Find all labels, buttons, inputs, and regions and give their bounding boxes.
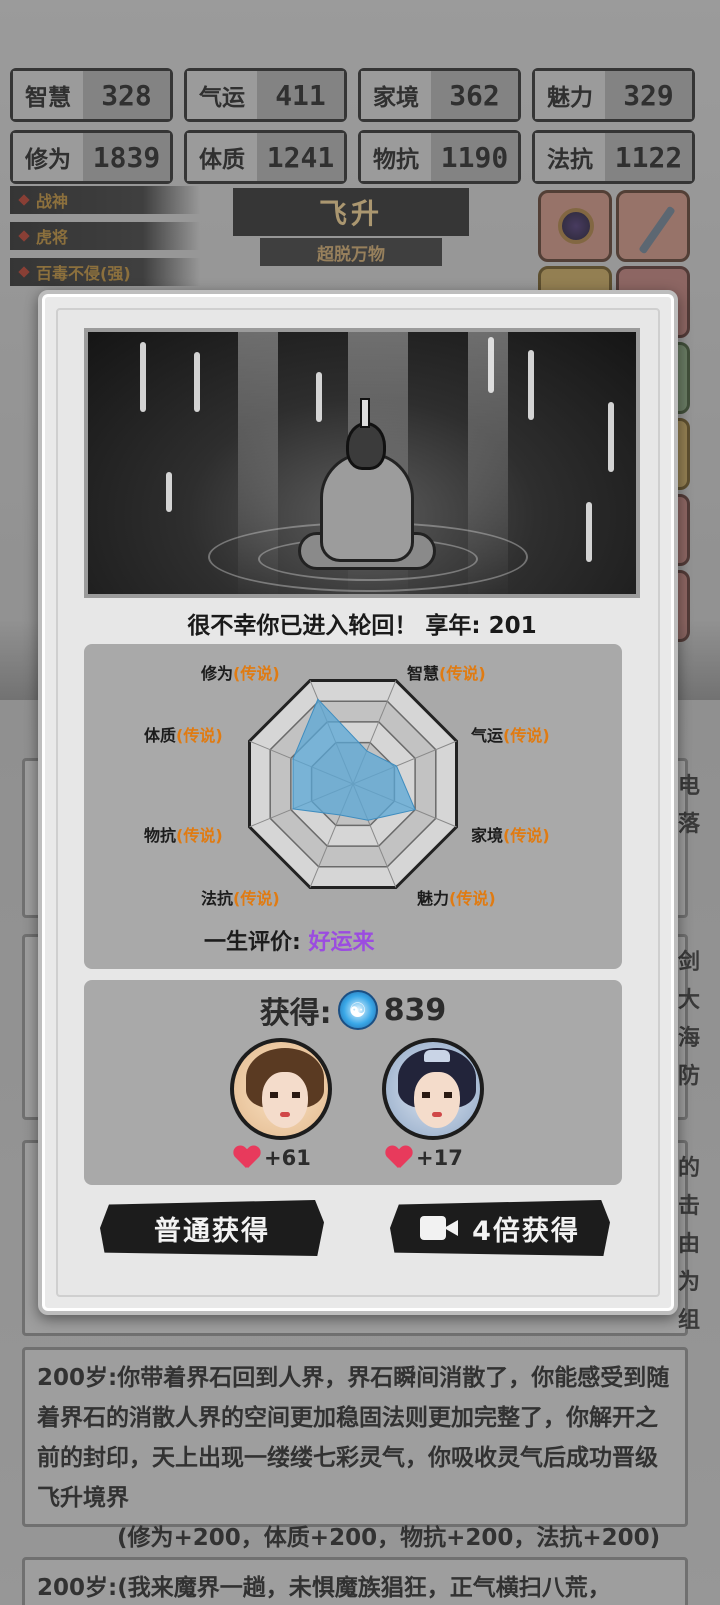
companion-favor: +61 [234,1146,311,1170]
radar-axis-tier: (传说) [439,664,486,683]
radar-axis-tier: (传说) [449,889,496,908]
reward-label: 获得: [259,996,332,1031]
radar-axis-name: 物抗 [144,826,177,845]
radar-label-magic-resist: 法抗(传说) [201,885,280,909]
heart-icon [234,1146,260,1170]
radar-label-physical-resist: 物抗(传说) [144,822,223,846]
spirit-stone-icon: ☯ [337,990,378,1030]
normal-collect-button[interactable]: 普通获得 [100,1200,324,1256]
portrait-eyes [422,1092,452,1098]
evaluation-value: 好运来 [308,930,375,955]
favor-value: +17 [416,1146,463,1170]
video-collect-label: 4倍获得 [472,1215,580,1247]
evaluation-label: 一生评价: [204,930,301,955]
portrait-mouth [432,1112,442,1117]
reward-panel: 获得: ☯ 839 +61 +17 [84,980,622,1185]
radar-axis-name: 智慧 [407,664,440,683]
reincarnation-modal: 很不幸你已进入轮回！ 享年: 201 修为(传说) 智慧(传说) 气运(传说) … [38,290,678,1315]
portrait-mouth [280,1112,290,1117]
radar-axis-name: 法抗 [201,889,234,908]
companion-portrait[interactable] [382,1038,484,1140]
reward-header: 获得: ☯ 839 [84,988,622,1032]
lightning-streak [194,352,200,412]
meditating-figure-head [346,422,386,470]
radar-axis-name: 修为 [201,664,234,683]
death-message: 很不幸你已进入轮回！ 享年: 201 [187,613,537,639]
video-camera-icon [420,1214,459,1242]
radar-label-luck: 气运(传说) [471,722,550,746]
portrait-face [414,1072,460,1128]
radar-axis-name: 体质 [144,726,177,745]
lightning-streak [528,350,534,420]
ascension-scene-image [84,328,640,598]
radar-axis-tier: (传说) [176,826,223,845]
favor-value: +61 [264,1146,311,1170]
hair-crown [360,398,370,428]
radar-label-cultivation: 修为(传说) [201,660,280,684]
lightning-streak [488,337,494,393]
radar-axis-tier: (传说) [176,726,223,745]
lightning-streak [586,502,592,562]
radar-axis-name: 家境 [471,826,504,845]
portrait-headdress [424,1050,450,1062]
portrait-eyes [270,1092,300,1098]
radar-label-wisdom: 智慧(传说) [407,660,486,684]
radar-axis-tier: (传说) [233,664,280,683]
radar-axis-name: 气运 [471,726,504,745]
portrait-face [262,1072,308,1128]
attribute-radar-chart [248,679,458,889]
lightning-streak [166,472,172,512]
radar-axis-tier: (传说) [503,726,550,745]
attribute-radar-panel: 修为(传说) 智慧(传说) 气运(传说) 家境(传说) 魅力(传说) 法抗(传说… [84,644,622,969]
radar-axis-name: 魅力 [417,889,450,908]
normal-collect-label: 普通获得 [154,1215,270,1247]
radar-label-family: 家境(传说) [471,822,550,846]
lightning-streak [316,372,322,422]
reward-amount: 839 [383,992,447,1028]
video-4x-collect-button[interactable]: 4倍获得 [390,1200,610,1256]
radar-axis-tier: (传说) [503,826,550,845]
radar-label-charm: 魅力(传说) [417,885,496,909]
radar-axis-tier: (传说) [233,889,280,908]
companion-favor: +17 [386,1146,463,1170]
radar-label-constitution: 体质(传说) [144,722,223,746]
heart-icon [386,1146,412,1170]
companion-portrait[interactable] [230,1038,332,1140]
lightning-streak [608,402,614,472]
lightning-streak [140,342,146,412]
life-evaluation: 一生评价: 好运来 [204,924,375,956]
